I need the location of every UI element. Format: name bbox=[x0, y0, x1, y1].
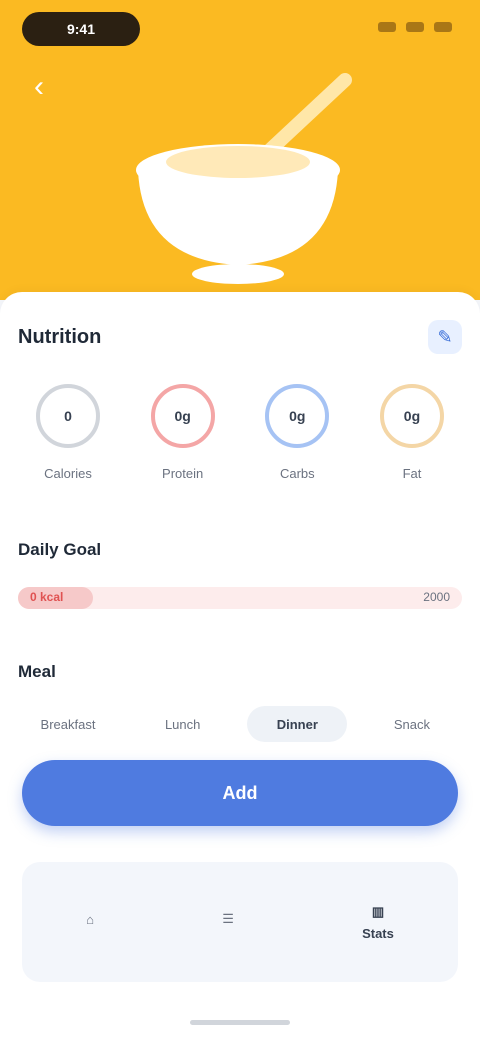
bottom-panel: ⌂ ☰ ▥ Stats bbox=[22, 862, 458, 982]
meal-option-snack[interactable]: Snack bbox=[362, 706, 462, 742]
detail-card: Nutrition ✎ 0 Calories 0g Protein 0g Car… bbox=[0, 292, 480, 1040]
edit-button[interactable]: ✎ bbox=[428, 320, 462, 354]
meal-option-dinner[interactable]: Dinner bbox=[247, 706, 348, 742]
nutrition-item-protein: 0g Protein bbox=[133, 384, 233, 496]
meal-option-breakfast[interactable]: Breakfast bbox=[18, 706, 118, 742]
meal-option-lunch[interactable]: Lunch bbox=[133, 706, 233, 742]
bottom-item-list[interactable]: ☰ bbox=[222, 911, 234, 933]
nutrition-ring: 0g bbox=[150, 384, 215, 448]
home-indicator bbox=[190, 1020, 290, 1025]
bottom-item-stats[interactable]: ▥ Stats bbox=[362, 904, 394, 941]
edit-icon: ✎ bbox=[437, 326, 453, 347]
chart-icon: ▥ bbox=[371, 903, 385, 919]
nutrition-grid: 0 Calories 0g Protein 0g Carbs 0g Fat bbox=[18, 384, 462, 496]
chevron-left-icon: ‹ bbox=[34, 70, 44, 103]
nutrition-item-carbs: 0g Carbs bbox=[247, 384, 347, 496]
nutrition-label: Carbs bbox=[279, 466, 315, 481]
bowl-icon bbox=[136, 73, 352, 284]
add-button[interactable]: Add bbox=[22, 760, 458, 826]
nutrition-label: Fat bbox=[402, 466, 422, 481]
nutrition-item-calories: 0 Calories bbox=[18, 384, 118, 496]
home-icon: ⌂ bbox=[86, 911, 94, 927]
bottom-item-home[interactable]: ⌂ bbox=[86, 912, 94, 933]
nutrition-label: Protein bbox=[162, 466, 204, 481]
nutrition-ring: 0g bbox=[379, 384, 444, 448]
range-title: Daily Goal bbox=[18, 540, 102, 559]
goal-max-label: 2000 bbox=[423, 590, 450, 604]
wifi-icon bbox=[406, 22, 424, 32]
nutrition-ring: 0 bbox=[36, 384, 100, 448]
status-icons bbox=[378, 22, 452, 32]
goal-progress-bar[interactable]: 0 kcal 2000 bbox=[18, 587, 462, 609]
nutrition-ring: 0g bbox=[265, 384, 330, 448]
nutrition-header: Nutrition ✎ bbox=[18, 320, 462, 354]
goal-current-label: 0 kcal bbox=[30, 590, 64, 604]
nutrition-label: Calories bbox=[44, 466, 92, 481]
list-icon: ☰ bbox=[222, 911, 234, 926]
meal-selector: Breakfast Lunch Dinner Snack bbox=[18, 706, 462, 742]
bowl-illustration bbox=[120, 60, 360, 290]
nutrition-item-fat: 0g Fat bbox=[362, 384, 462, 496]
signal-icon bbox=[378, 22, 396, 32]
nutrition-title: Nutrition bbox=[18, 325, 102, 348]
bottom-item-label: Stats bbox=[362, 925, 394, 941]
status-time: 9:41 bbox=[22, 12, 140, 46]
hero-banner: 9:41 ‹ bbox=[0, 0, 480, 300]
meal-title: Meal bbox=[18, 662, 56, 681]
battery-icon bbox=[434, 22, 452, 32]
back-button[interactable]: ‹ bbox=[22, 70, 56, 104]
